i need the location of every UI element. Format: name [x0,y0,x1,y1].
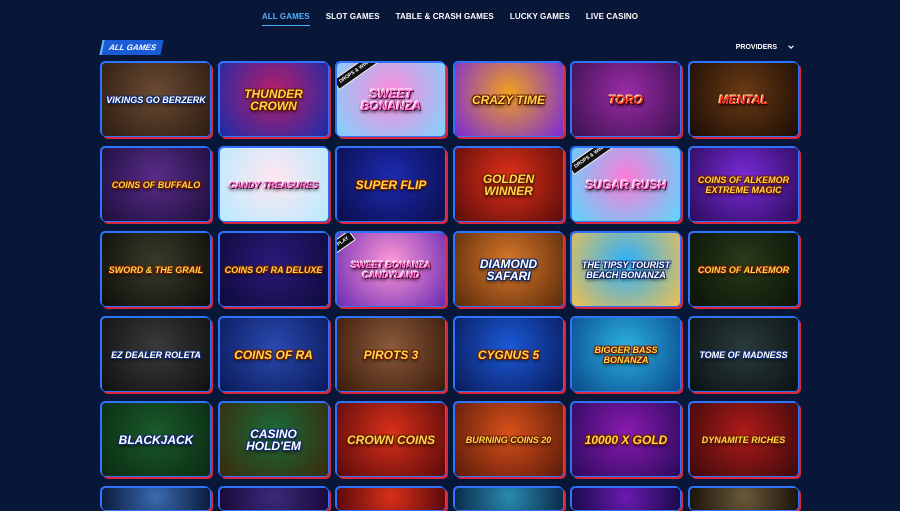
game-title: TORO [608,92,644,107]
game-icon [454,488,563,510]
game-tile[interactable]: The Tipsy Tourist Beach Bonanza [571,232,681,307]
game-title: Casino Hold'em [246,426,301,453]
game-tile[interactable] [218,487,329,511]
game-tile[interactable]: DROPS & WINS Sugar Rush [571,147,681,222]
game-title: SWEET BONANZA CANDYLAND [351,259,431,280]
game-tile[interactable]: COINS OF RA [218,317,329,392]
game-tile[interactable]: BIGGER BASS BONANZA [571,317,681,392]
game-title: COINS OF RA [234,347,313,362]
game-tile[interactable] [453,487,564,511]
section-header: ALL GAMES PROVIDERS [99,39,799,55]
game-title: COINS OF RA Deluxe [224,264,323,275]
game-title: SUPER FLIP [355,177,427,192]
game-title: CROWN COINS [347,432,435,447]
game-tile[interactable]: SWORD & THE GRAIL [101,232,211,307]
game-tile[interactable]: 10000 X GOLD [571,402,681,477]
game-icon [689,488,798,510]
game-tile[interactable]: PLAY SWEET BONANZA CANDYLAND [336,232,446,307]
game-title: DYNAMITE RICHES [701,434,786,445]
game-icon [219,488,328,510]
game-title: TOME OF MADNESS [699,349,788,360]
game-tile[interactable] [571,487,681,511]
game-tile[interactable]: PIROTS 3 [336,317,446,392]
game-tile[interactable]: THUNDER CROWN [218,62,329,137]
game-tile[interactable]: GOLDEN WINNER [453,147,564,222]
game-title: VIKINGS GO BERZERK [106,94,206,105]
game-title: CRAZY TIME [471,92,546,107]
game-title: DIAMOND SAFARI [479,256,538,283]
game-tile[interactable]: TOME OF MADNESS [688,317,799,392]
game-title: SWEET BONANZA [361,86,421,113]
game-title: Sugar Rush [585,177,667,192]
nav-all-games[interactable]: ALL GAMES [261,8,310,26]
nav-slot-games[interactable]: SLOT GAMES [326,8,380,25]
game-tile[interactable] [688,487,799,511]
game-tile[interactable]: COINS OF ALKEMOR EXTREME MAGIC [688,147,799,222]
game-tile[interactable] [101,487,211,511]
game-tile[interactable]: MENTAL [688,62,799,137]
game-tile[interactable]: COINS OF ALKEMOR [688,232,799,307]
game-icon [102,488,210,510]
game-title: Blackjack [118,432,194,447]
game-tile[interactable]: DIAMOND SAFARI [453,232,564,307]
game-title: CYGNUS 5 [477,347,540,362]
top-navigation: ALL GAMES SLOT GAMES TABLE & CRASH GAMES… [0,0,900,32]
game-tile[interactable] [336,487,446,511]
game-tile[interactable]: CRAZY TIME [453,62,564,137]
game-tile[interactable]: COINS OF RA Deluxe [218,232,329,307]
game-title: BURNING COINS 20 [465,434,552,445]
game-icon [337,488,445,510]
game-tile[interactable]: CYGNUS 5 [453,317,564,392]
providers-label: PROVIDERS [735,43,777,51]
game-tile[interactable]: Blackjack [101,402,211,477]
game-tile[interactable]: Casino Hold'em [218,402,329,477]
game-title: BIGGER BASS BONANZA [594,344,658,365]
chevron-down-icon [788,45,794,49]
game-title: COINS OF BUFFALO [111,179,201,190]
game-tile[interactable]: BURNING COINS 20 [453,402,564,477]
game-title: The Tipsy Tourist Beach Bonanza [581,259,671,280]
game-title: MENTAL [718,92,769,107]
game-tile[interactable]: SUPER FLIP [336,147,446,222]
game-tile[interactable]: TORO [571,62,681,137]
game-tile[interactable]: DYNAMITE RICHES [688,402,799,477]
game-title: COINS OF ALKEMOR EXTREME MAGIC [697,174,790,195]
providers-dropdown[interactable]: PROVIDERS [736,43,795,51]
game-title: GOLDEN WINNER [482,171,535,198]
nav-lucky-games[interactable]: LUCKY GAMES [510,8,570,25]
game-tile[interactable]: EZ Dealer Roleta [101,317,211,392]
game-title: EZ Dealer Roleta [111,349,201,360]
game-title: Candy Treasures [228,179,319,190]
games-grid: VIKINGS GO BERZERK THUNDER CROWN DROPS & W… [101,62,801,511]
nav-live-casino[interactable]: LIVE CASINO [586,8,638,25]
game-tile[interactable]: VIKINGS GO BERZERK [101,62,211,137]
game-tile[interactable]: COINS OF BUFFALO [101,147,211,222]
game-title: THUNDER CROWN [244,86,303,113]
nav-table-crash-games[interactable]: TABLE & CRASH GAMES [396,8,494,25]
game-tile[interactable]: CROWN COINS [336,402,446,477]
game-tile[interactable]: DROPS & WINS SWEET BONANZA [336,62,446,137]
game-title: COINS OF ALKEMOR [697,264,790,275]
game-tile[interactable]: Candy Treasures [218,147,329,222]
game-title: PIROTS 3 [363,347,419,362]
game-title: 10000 X GOLD [584,432,668,447]
section-title: ALL GAMES [99,39,164,55]
game-title: SWORD & THE GRAIL [108,264,204,275]
game-icon [572,488,680,510]
